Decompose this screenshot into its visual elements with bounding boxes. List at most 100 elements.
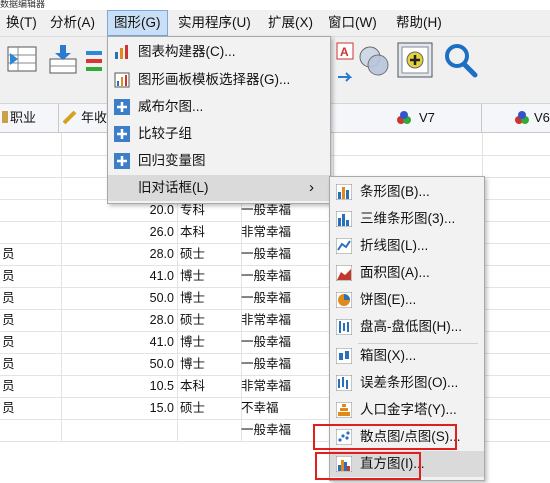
menu-item-3d-bar[interactable]: 三维条形图(3)... [330,206,484,232]
menu-item-pie[interactable]: 饼图(E)... [330,287,484,313]
graphs-menu: 图表构建器(C)... 图形画板模板选择器(G)... 威布尔图... 比较子组… [107,36,331,204]
menu-item-chart-builder[interactable]: 图表构建器(C)... [108,39,330,65]
table-cell[interactable]: 26.0 [59,221,178,243]
table-cell[interactable]: 非常幸福 [239,221,334,243]
table-cell[interactable]: 员 [0,287,62,309]
variable-view-icon[interactable] [6,43,40,77]
table-cell[interactable]: 员 [0,331,62,353]
table-cell[interactable]: 28.0 [59,243,178,265]
table-cell[interactable] [482,199,550,221]
table-cell[interactable]: 50.0 [59,287,178,309]
table-cell[interactable]: 一般幸福 [239,353,334,375]
menu-window[interactable]: 窗口(W) [322,10,383,36]
table-cell[interactable]: 不幸福 [239,397,334,419]
menu-item-high-low[interactable]: 盘高-盘低图(H)... [330,314,484,340]
table-cell[interactable]: 本科 [178,221,242,243]
table-cell[interactable] [482,133,550,155]
highlight-box-scatter [313,424,457,450]
table-cell[interactable] [178,419,242,441]
column-header-v7[interactable]: V7 [331,104,482,133]
menu-item-boxplot[interactable]: 箱图(X)... [330,343,484,369]
table-cell[interactable]: 员 [0,243,62,265]
table-cell[interactable] [482,419,550,441]
add-icon[interactable] [397,42,433,78]
menu-extensions[interactable]: 扩展(X) [262,10,319,36]
menu-item-area[interactable]: 面积图(A)... [330,260,484,286]
table-cell[interactable]: 一般幸福 [239,287,334,309]
table-cell[interactable]: 员 [0,353,62,375]
boxplot-icon [336,348,352,364]
high-low-icon [336,319,352,335]
menu-item-template-chooser[interactable]: 图形画板模板选择器(G)... [108,67,330,93]
table-cell[interactable]: 非常幸福 [239,375,334,397]
menu-analyze[interactable]: 分析(A) [44,10,101,36]
menu-item-weibull[interactable]: 威布尔图... [108,94,330,120]
table-cell[interactable]: 博士 [178,265,242,287]
table-cell[interactable]: 50.0 [59,353,178,375]
table-cell[interactable]: 一般幸福 [239,265,334,287]
table-cell[interactable]: 员 [0,265,62,287]
goto-case-icon[interactable] [46,43,80,77]
table-cell[interactable] [482,265,550,287]
table-cell[interactable] [482,155,550,177]
search-icon[interactable] [442,42,480,80]
table-cell[interactable]: 10.5 [59,375,178,397]
table-cell[interactable]: 硕士 [178,397,242,419]
table-cell[interactable] [0,177,62,199]
scale-measure-icon [63,111,77,125]
window-title: 数据编辑器 [0,0,550,10]
table-cell[interactable] [482,287,550,309]
plus-icon [114,153,130,169]
menu-help[interactable]: 帮助(H) [390,10,448,36]
table-cell[interactable] [0,419,62,441]
table-cell[interactable]: 一般幸福 [239,331,334,353]
table-cell[interactable]: 员 [0,397,62,419]
table-cell[interactable]: 硕士 [178,243,242,265]
table-cell[interactable]: 本科 [178,375,242,397]
menu-item-legacy-dialogs[interactable]: 旧对话框(L) › [108,175,330,201]
table-cell[interactable] [331,133,483,155]
table-cell[interactable] [0,221,62,243]
table-cell[interactable]: 博士 [178,331,242,353]
table-cell[interactable] [482,331,550,353]
table-cell[interactable] [0,133,62,155]
table-cell[interactable]: 博士 [178,287,242,309]
value-labels-icon[interactable]: A [334,41,356,63]
table-cell[interactable] [331,155,483,177]
table-cell[interactable]: 博士 [178,353,242,375]
table-cell[interactable] [0,199,62,221]
menu-graphs[interactable]: 图形(G) [107,10,168,36]
menu-item-line[interactable]: 折线图(L)... [330,233,484,259]
goto-variable-icon[interactable] [84,49,104,73]
column-header-v6[interactable]: V6 [482,104,550,133]
table-cell[interactable] [482,375,550,397]
menu-item-bar[interactable]: 条形图(B)... [330,179,484,205]
table-cell[interactable]: 41.0 [59,265,178,287]
table-cell[interactable] [482,221,550,243]
arrow-icon[interactable] [334,67,356,89]
table-cell[interactable]: 员 [0,375,62,397]
table-cell[interactable]: 15.0 [59,397,178,419]
table-cell[interactable]: 非常幸福 [239,309,334,331]
menu-item-compare-subgroups[interactable]: 比较子组 [108,121,330,147]
table-cell[interactable] [482,177,550,199]
table-cell[interactable] [482,243,550,265]
table-cell[interactable] [482,309,550,331]
menu-utilities[interactable]: 实用程序(U) [172,10,257,36]
table-cell[interactable]: 41.0 [59,331,178,353]
table-cell[interactable]: 硕士 [178,309,242,331]
table-cell[interactable] [482,397,550,419]
chart-builder-icon [115,45,128,59]
menu-item-population-pyramid[interactable]: 人口金字塔(Y)... [330,397,484,423]
table-cell[interactable] [59,419,178,441]
table-cell[interactable]: 28.0 [59,309,178,331]
use-sets-icon[interactable] [356,43,392,79]
menu-transform[interactable]: 换(T) [0,10,43,36]
menu-item-regression-plots[interactable]: 回归变量图 [108,148,330,174]
table-cell[interactable] [482,353,550,375]
table-cell[interactable]: 员 [0,309,62,331]
table-cell[interactable] [0,155,62,177]
menu-item-error-bar[interactable]: 误差条形图(O)... [330,370,484,396]
column-header-occupation[interactable]: 职业 [0,104,59,133]
table-cell[interactable]: 一般幸福 [239,243,334,265]
